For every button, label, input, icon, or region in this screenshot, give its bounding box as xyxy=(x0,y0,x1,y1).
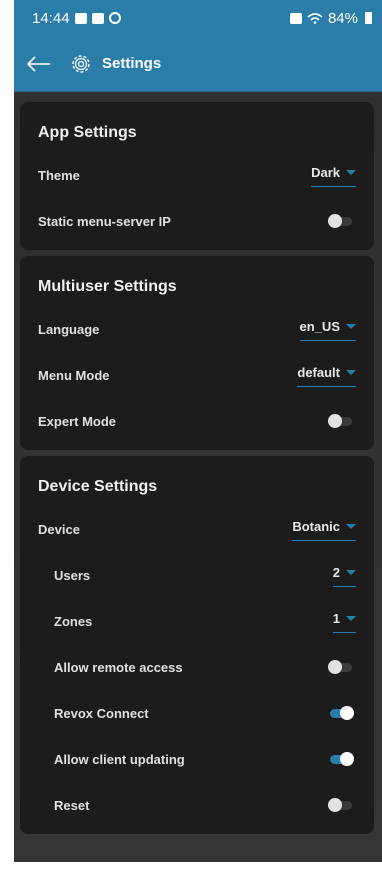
theme-value: Dark xyxy=(311,165,340,180)
left-border xyxy=(0,0,14,871)
dropdown-arrow-icon xyxy=(346,570,356,575)
reset-label: Reset xyxy=(54,797,90,813)
expert-mode-row: Expert Mode xyxy=(20,398,374,444)
menu-mode-value: default xyxy=(297,365,340,380)
zones-dropdown[interactable]: 1 xyxy=(332,609,356,633)
page-title: Settings xyxy=(102,55,162,72)
toggle-knob xyxy=(340,705,354,720)
revox-connect-label: Revox Connect xyxy=(54,705,149,721)
battery-percent: 84% xyxy=(327,9,358,27)
battery-icon xyxy=(365,12,372,24)
instagram-icon xyxy=(108,12,121,24)
arrow-left-icon[interactable] xyxy=(24,49,54,79)
settings-content: App Settings Theme Dark Static menu-serv… xyxy=(14,92,382,862)
client-updating-label: Allow client updating xyxy=(54,751,185,767)
dropdown-arrow-icon xyxy=(346,370,356,375)
zones-label: Zones xyxy=(54,613,93,629)
remote-access-label: Allow remote access xyxy=(54,659,183,675)
theme-label: Theme xyxy=(38,167,80,183)
expert-mode-toggle[interactable] xyxy=(328,413,352,428)
static-ip-toggle[interactable] xyxy=(328,213,352,228)
language-value: en_US xyxy=(299,319,340,334)
wifi-signal-icon xyxy=(307,13,323,24)
client-updating-toggle[interactable] xyxy=(330,751,354,766)
multiuser-settings-title: Multiuser Settings xyxy=(38,278,177,295)
remote-access-toggle[interactable] xyxy=(328,659,352,674)
app-settings-card: App Settings Theme Dark Static menu-serv… xyxy=(20,102,374,250)
device-settings-card: Device Settings Device Botanic Users 2 Z… xyxy=(20,456,374,834)
theme-dropdown[interactable]: Dark xyxy=(311,163,356,187)
device-label: Device xyxy=(38,521,80,537)
theme-row: Theme Dark xyxy=(20,152,374,198)
users-dropdown[interactable]: 2 xyxy=(332,563,356,587)
multiuser-settings-card: Multiuser Settings Language en_US Menu M… xyxy=(20,256,374,450)
static-ip-label: Static menu-server IP xyxy=(38,213,171,229)
menu-mode-label: Menu Mode xyxy=(38,367,110,383)
toggle-knob xyxy=(328,659,342,674)
photo-icon xyxy=(74,12,87,24)
status-right: 84% xyxy=(289,9,372,27)
language-label: Language xyxy=(38,321,100,337)
toggle-knob xyxy=(328,413,342,428)
toggle-knob xyxy=(340,751,354,766)
expert-mode-label: Expert Mode xyxy=(38,413,117,429)
users-row: Users 2 xyxy=(20,552,374,598)
status-bar: 14:44 84% xyxy=(14,0,382,36)
bottom-border xyxy=(0,862,382,871)
device-settings-title: Device Settings xyxy=(38,478,158,495)
users-value: 2 xyxy=(332,565,340,580)
dropdown-arrow-icon xyxy=(346,324,356,329)
toggle-knob xyxy=(328,797,342,812)
dropdown-arrow-icon xyxy=(346,170,356,175)
app-settings-title: App Settings xyxy=(38,124,137,141)
mail-icon xyxy=(91,12,104,24)
zones-row: Zones 1 xyxy=(20,598,374,644)
language-dropdown[interactable]: en_US xyxy=(299,317,356,341)
device-dropdown[interactable]: Botanic xyxy=(292,517,356,541)
remote-access-row: Allow remote access xyxy=(20,644,374,690)
revox-connect-row: Revox Connect xyxy=(20,690,374,736)
app-toolbar: Settings xyxy=(14,36,382,92)
static-ip-row: Static menu-server IP xyxy=(20,198,374,244)
language-row: Language en_US xyxy=(20,306,374,352)
status-left: 14:44 xyxy=(32,10,121,27)
status-time: 14:44 xyxy=(32,9,70,27)
device-row: Device Botanic xyxy=(20,506,374,552)
gear-icon xyxy=(68,51,94,77)
dropdown-arrow-icon xyxy=(346,524,356,529)
device-value: Botanic xyxy=(292,519,340,534)
toggle-knob xyxy=(328,213,342,228)
users-label: Users xyxy=(54,567,91,583)
client-updating-row: Allow client updating xyxy=(20,736,374,782)
alarm-icon xyxy=(289,12,302,24)
zones-value: 1 xyxy=(332,611,340,626)
reset-toggle[interactable] xyxy=(328,797,352,812)
app-window: 14:44 84% Settings App Settings Theme Da… xyxy=(14,0,382,862)
reset-row: Reset xyxy=(20,782,374,828)
revox-connect-toggle[interactable] xyxy=(330,705,354,720)
dropdown-arrow-icon xyxy=(346,616,356,621)
menu-mode-dropdown[interactable]: default xyxy=(297,363,356,387)
menu-mode-row: Menu Mode default xyxy=(20,352,374,398)
